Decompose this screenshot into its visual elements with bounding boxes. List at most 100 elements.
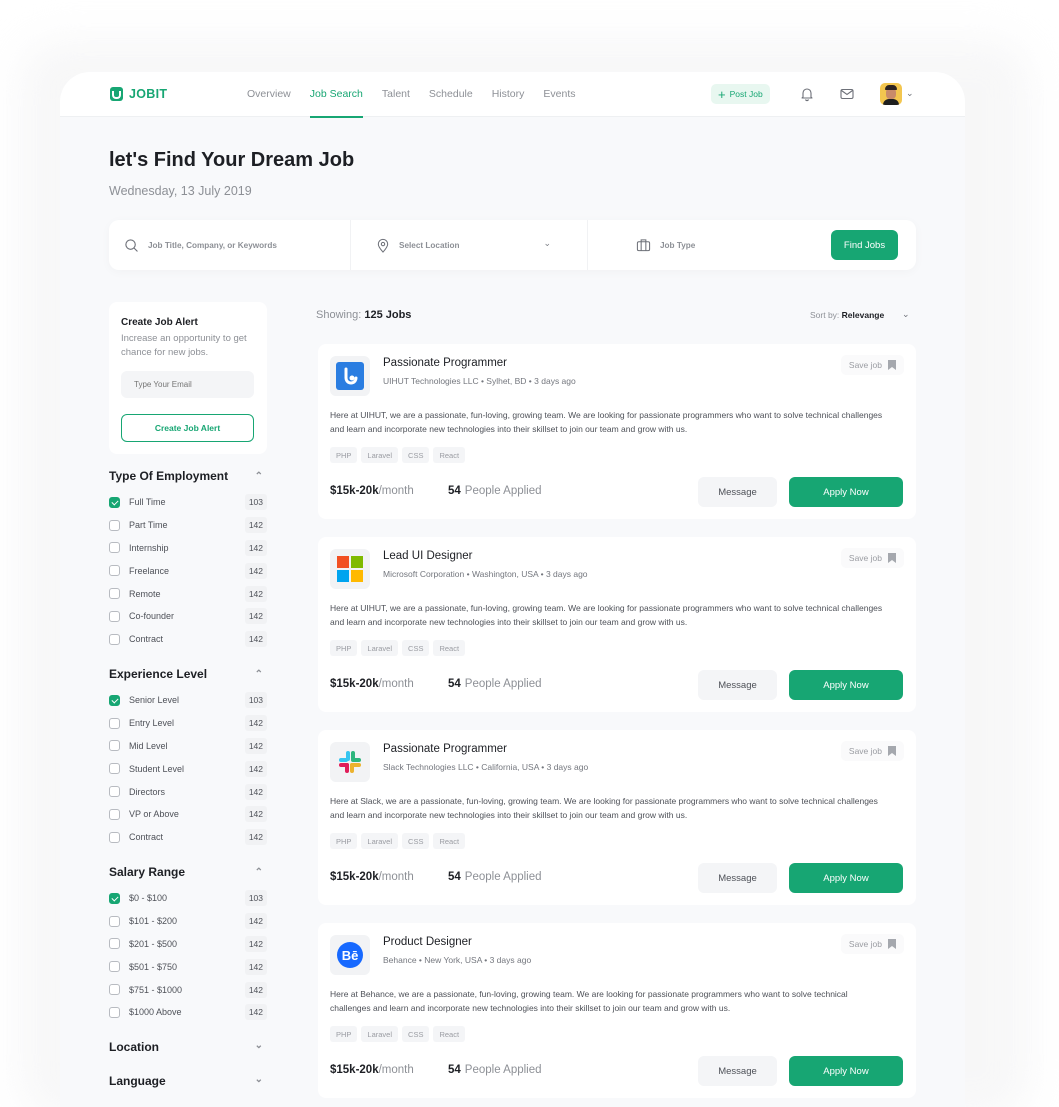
checkbox[interactable] — [109, 892, 120, 904]
skill-tag[interactable]: React — [433, 447, 466, 463]
message-button[interactable]: Message — [698, 1056, 777, 1086]
filter-header[interactable]: Experience Level ⌃ — [109, 666, 267, 682]
nav-item-job-search[interactable]: Job Search — [309, 72, 364, 118]
apply-now-button[interactable]: Apply Now — [789, 1056, 903, 1086]
filter-option[interactable]: Remote 142 — [109, 582, 267, 605]
filter-option[interactable]: Contract 142 — [109, 628, 267, 651]
filter-option[interactable]: Senior Level 103 — [109, 689, 267, 712]
filter-header[interactable]: Salary Range ⌃ — [109, 864, 267, 880]
filter-option[interactable]: $751 - $1000 142 — [109, 978, 267, 1001]
filter-option[interactable]: Entry Level 142 — [109, 712, 267, 735]
apply-now-button[interactable]: Apply Now — [789, 477, 903, 507]
skill-tag[interactable]: CSS — [402, 833, 430, 849]
checkbox[interactable] — [109, 938, 120, 950]
apply-now-button[interactable]: Apply Now — [789, 670, 903, 700]
checkbox[interactable] — [109, 961, 120, 973]
skill-tag[interactable]: Laravel — [361, 640, 399, 656]
checkbox[interactable] — [109, 519, 120, 531]
job-title[interactable]: Product Designer — [383, 936, 472, 948]
nav-item-talent[interactable]: Talent — [382, 72, 410, 117]
chevron-down-icon[interactable]: ⌄ — [255, 1040, 263, 1054]
checkbox[interactable] — [109, 915, 120, 927]
checkbox[interactable] — [109, 1006, 120, 1018]
job-type-select[interactable]: Job Type Find Jobs — [588, 220, 916, 270]
checkbox[interactable] — [109, 633, 120, 645]
filter-option[interactable]: Co-founder 142 — [109, 605, 267, 628]
filter-option[interactable]: Part Time 142 — [109, 514, 267, 537]
save-job-button[interactable]: Save job — [840, 741, 904, 761]
skill-tag[interactable]: Laravel — [361, 1026, 399, 1042]
filter-header[interactable]: Type Of Employment ⌃ — [109, 468, 267, 484]
logo[interactable]: JOBIT — [110, 87, 167, 101]
nav-item-overview[interactable]: Overview — [247, 72, 291, 117]
filter-option[interactable]: Freelance 142 — [109, 559, 267, 582]
save-job-button[interactable]: Save job — [840, 548, 904, 568]
skill-tag[interactable]: React — [433, 1026, 466, 1042]
skill-tag[interactable]: Laravel — [361, 833, 399, 849]
post-job-button[interactable]: + Post Job — [711, 84, 770, 104]
filter-option[interactable]: Student Level 142 — [109, 757, 267, 780]
skill-tag[interactable]: CSS — [402, 1026, 430, 1042]
checkbox[interactable] — [109, 565, 120, 577]
filter-option[interactable]: Directors 142 — [109, 780, 267, 803]
chevron-up-icon[interactable]: ⌃ — [255, 669, 263, 680]
chevron-down-icon[interactable]: ⌄ — [902, 309, 910, 320]
chevron-down-icon[interactable]: ⌄ — [543, 238, 551, 249]
keyword-search-input[interactable]: Job Title, Company, or Keywords — [148, 241, 277, 250]
skill-tag[interactable]: React — [433, 640, 466, 656]
checkbox[interactable] — [109, 808, 120, 820]
checkbox[interactable] — [109, 496, 120, 508]
checkbox[interactable] — [109, 786, 120, 798]
skill-tag[interactable]: PHP — [330, 833, 358, 849]
filter-option[interactable]: $101 - $200 142 — [109, 910, 267, 933]
nav-item-schedule[interactable]: Schedule — [429, 72, 473, 117]
checkbox[interactable] — [109, 740, 120, 752]
save-job-button[interactable]: Save job — [840, 355, 904, 375]
skill-tag[interactable]: PHP — [330, 640, 358, 656]
skill-tag[interactable]: PHP — [330, 447, 358, 463]
checkbox[interactable] — [109, 694, 120, 706]
nav-item-events[interactable]: Events — [543, 72, 575, 117]
find-jobs-button[interactable]: Find Jobs — [831, 230, 898, 260]
email-field[interactable] — [121, 371, 254, 398]
job-card[interactable]: Lead UI Designer Microsoft Corporation •… — [318, 537, 916, 712]
location-select[interactable]: Select Location ⌄ — [351, 220, 588, 270]
job-card[interactable]: Passionate Programmer UIHUT Technologies… — [318, 344, 916, 519]
message-button[interactable]: Message — [698, 477, 777, 507]
skill-tag[interactable]: CSS — [402, 640, 430, 656]
filter-option[interactable]: $501 - $750 142 — [109, 955, 267, 978]
skill-tag[interactable]: CSS — [402, 447, 430, 463]
create-job-alert-button[interactable]: Create Job Alert — [121, 414, 254, 442]
job-card[interactable]: Passionate Programmer Slack Technologies… — [318, 730, 916, 905]
job-title[interactable]: Lead UI Designer — [383, 550, 473, 562]
job-title[interactable]: Passionate Programmer — [383, 743, 507, 755]
filter-option[interactable]: Mid Level 142 — [109, 735, 267, 758]
filter-location[interactable]: Location ⌄ — [109, 1040, 267, 1054]
filter-option[interactable]: Contract 142 — [109, 826, 267, 849]
skill-tag[interactable]: React — [433, 833, 466, 849]
filter-option[interactable]: $1000 Above 142 — [109, 1001, 267, 1024]
save-job-button[interactable]: Save job — [840, 934, 904, 954]
filter-option[interactable]: $0 - $100 103 — [109, 887, 267, 910]
skill-tag[interactable]: PHP — [330, 1026, 358, 1042]
filter-option[interactable]: $201 - $500 142 — [109, 933, 267, 956]
chevron-up-icon[interactable]: ⌃ — [255, 867, 263, 878]
job-card[interactable]: Bē Product Designer Behance • New York, … — [318, 923, 916, 1098]
chevron-up-icon[interactable]: ⌃ — [255, 471, 263, 482]
filter-option[interactable]: Full Time 103 — [109, 491, 267, 514]
checkbox[interactable] — [109, 610, 120, 622]
chevron-down-icon[interactable]: ⌄ — [255, 1074, 263, 1088]
chevron-down-icon[interactable]: ⌄ — [906, 88, 914, 99]
sort-dropdown[interactable]: Sort by: Relevange — [810, 310, 884, 320]
checkbox[interactable] — [109, 984, 120, 996]
checkbox[interactable] — [109, 588, 120, 600]
apply-now-button[interactable]: Apply Now — [789, 863, 903, 893]
checkbox[interactable] — [109, 542, 120, 554]
bell-icon[interactable] — [799, 86, 815, 102]
job-title[interactable]: Passionate Programmer — [383, 357, 507, 369]
filter-option[interactable]: VP or Above 142 — [109, 803, 267, 826]
skill-tag[interactable]: Laravel — [361, 447, 399, 463]
nav-item-history[interactable]: History — [492, 72, 525, 117]
keyword-search-field[interactable]: Job Title, Company, or Keywords — [109, 220, 351, 270]
filter-language[interactable]: Language ⌄ — [109, 1074, 267, 1088]
